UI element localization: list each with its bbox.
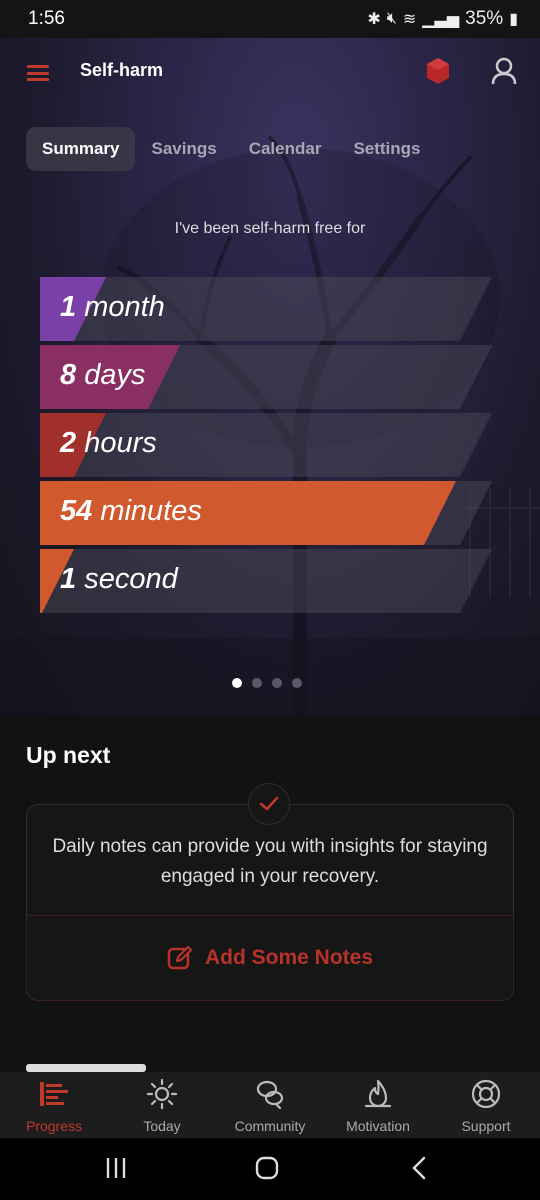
tab-settings[interactable]: Settings <box>337 127 436 171</box>
stat-minutes: 54 minutes <box>60 495 202 527</box>
tab-calendar[interactable]: Calendar <box>233 127 338 171</box>
page-dot[interactable] <box>232 678 242 688</box>
progress-icon <box>40 1082 68 1106</box>
app-title: Self-harm <box>80 60 164 80</box>
stat-months: 1 month <box>60 291 165 323</box>
free-duration-label: I've been self-harm free for <box>174 220 366 237</box>
nav-community[interactable]: Community <box>216 1072 324 1138</box>
stat-seconds: 1 second <box>60 563 178 595</box>
sun-icon <box>146 1078 178 1110</box>
community-icon <box>256 1080 284 1110</box>
profile-icon[interactable] <box>490 56 518 86</box>
flame-icon <box>364 1079 392 1108</box>
nav-progress[interactable]: Progress <box>0 1072 108 1138</box>
stat-row-minutes: 54 minutes <box>40 481 492 545</box>
page-dot[interactable] <box>252 678 262 688</box>
page-dot[interactable] <box>272 678 282 688</box>
wifi-icon: ≋ <box>402 11 417 28</box>
system-navigation-bar <box>0 1138 540 1200</box>
lifebuoy-icon <box>471 1079 501 1109</box>
nav-support[interactable]: Support <box>432 1072 540 1138</box>
battery-icon: ▮ <box>509 11 518 28</box>
next-section-heading-partial <box>26 1058 176 1072</box>
status-bar: 1:56 ✱ 🔇︎ ≋ ▁▃▅ 35% ▮ <box>0 0 540 38</box>
signal-icon: ▁▃▅ <box>422 11 460 28</box>
battery-percent: 35% <box>465 8 504 29</box>
stat-row-hours: 2 hours <box>40 413 492 477</box>
nav-community-label: Community <box>234 1118 306 1134</box>
tab-savings[interactable]: Savings <box>135 127 232 171</box>
add-notes-button[interactable]: Add Some Notes <box>26 915 514 1001</box>
up-next-heading: Up next <box>26 742 111 768</box>
status-icons: ✱ 🔇︎ ≋ ▁▃▅ 35% ▮ <box>367 8 518 30</box>
page-dot[interactable] <box>292 678 302 688</box>
status-time: 1:56 <box>28 8 65 29</box>
hexagon-badge-icon[interactable] <box>425 56 451 86</box>
page-indicator[interactable] <box>232 678 302 688</box>
summary-hero: Self-harm Summary Savings Calendar Setti… <box>0 38 540 715</box>
edit-note-icon <box>167 945 193 970</box>
add-notes-label: Add Some Notes <box>204 946 374 969</box>
home-icon[interactable] <box>255 1156 279 1180</box>
checkmark-icon <box>248 783 290 825</box>
nav-today[interactable]: Today <box>108 1072 216 1138</box>
recent-apps-icon[interactable] <box>104 1156 128 1180</box>
hamburger-menu-icon[interactable] <box>27 65 49 81</box>
nav-motivation[interactable]: Motivation <box>324 1072 432 1138</box>
tab-summary[interactable]: Summary <box>26 127 136 171</box>
stat-row-days: 8 days <box>40 345 492 409</box>
stat-row-seconds: 1 second <box>40 549 492 613</box>
stat-row-months: 1 month <box>40 277 492 341</box>
app-bar: Self-harm <box>0 38 540 106</box>
nav-motivation-label: Motivation <box>346 1118 410 1134</box>
nav-support-label: Support <box>461 1118 511 1134</box>
nav-progress-label: Progress <box>25 1118 83 1134</box>
back-icon[interactable] <box>408 1156 432 1180</box>
stat-hours: 2 hours <box>60 427 157 459</box>
bottom-navigation: Progress Today Community Motivation Supp… <box>0 1072 540 1138</box>
tab-bar: Summary Savings Calendar Settings <box>26 127 437 171</box>
bluetooth-icon: ✱ <box>367 11 381 28</box>
daily-notes-description: Daily notes can provide you with insight… <box>52 836 488 887</box>
stat-days: 8 days <box>60 359 146 391</box>
mute-icon: 🔇︎ <box>386 10 397 27</box>
nav-today-label: Today <box>143 1118 181 1134</box>
